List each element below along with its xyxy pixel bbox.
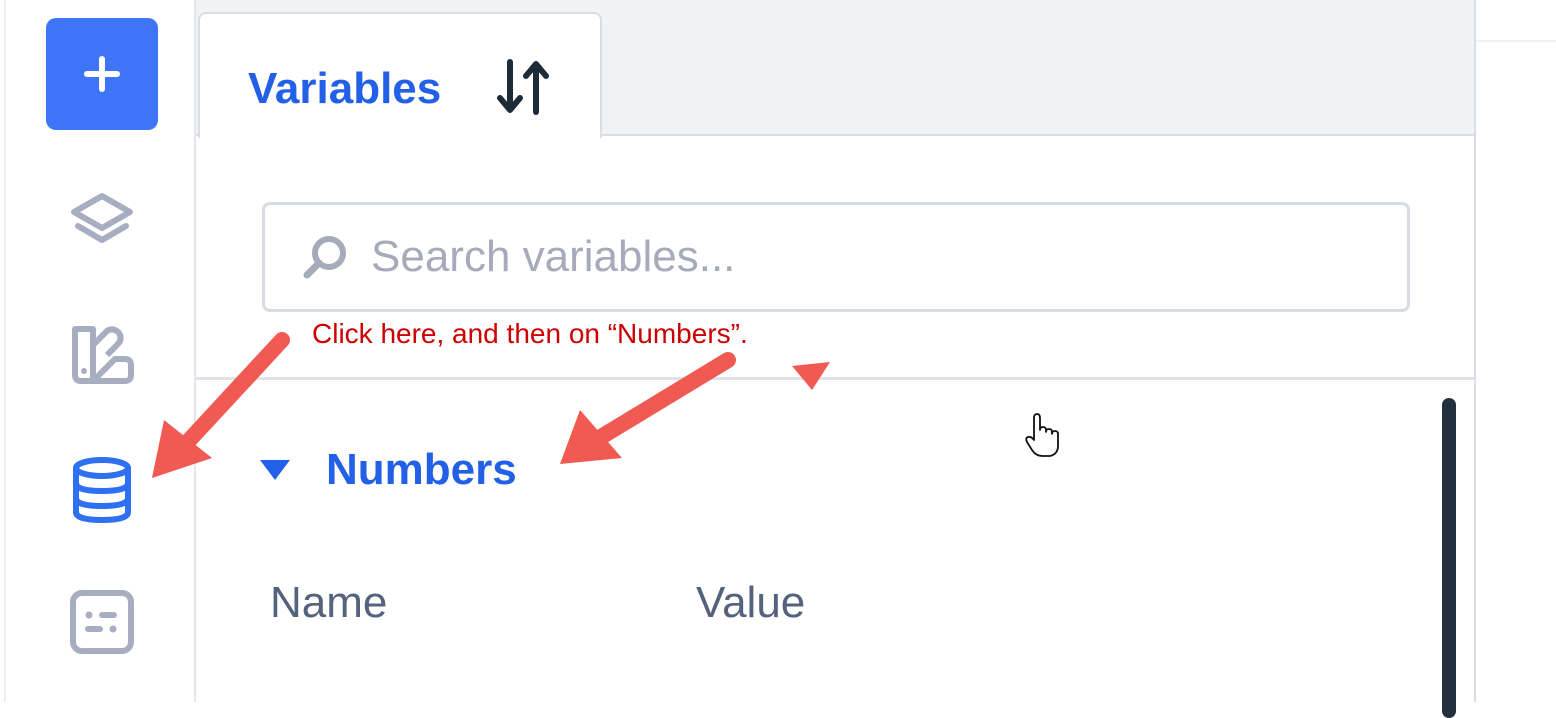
tab-variables[interactable]: Variables [198,12,602,138]
left-rail [0,0,196,702]
column-header-value: Value [696,578,806,627]
header-divider [1476,40,1556,42]
group-label: Numbers [326,445,517,494]
column-header-name: Name [270,578,388,627]
search-input[interactable] [369,231,1373,283]
search-box[interactable] [262,202,1410,312]
tab-label: Variables [248,64,442,113]
scrollbar[interactable] [1442,398,1456,718]
variables-panel: Variables Numbers Name Value [196,0,1476,718]
layers-icon [71,193,133,243]
data-button[interactable] [66,454,138,526]
add-button[interactable] [46,18,158,130]
sort-icon[interactable] [496,58,550,116]
dialog-icon [70,590,134,654]
layers-button[interactable] [66,188,138,260]
section-divider [196,377,1474,380]
forms-button[interactable] [66,586,138,658]
group-numbers[interactable]: Numbers [258,440,517,500]
tab-bar: Variables [196,0,1474,138]
theme-button[interactable] [66,320,138,392]
database-icon [73,457,131,524]
search-icon [303,236,346,279]
paint-icon [72,326,134,384]
annotation-text: Click here, and then on “Numbers”. [312,318,748,349]
rail-edge [4,0,6,702]
plus-icon [84,56,120,92]
caret-down-icon [260,460,290,480]
